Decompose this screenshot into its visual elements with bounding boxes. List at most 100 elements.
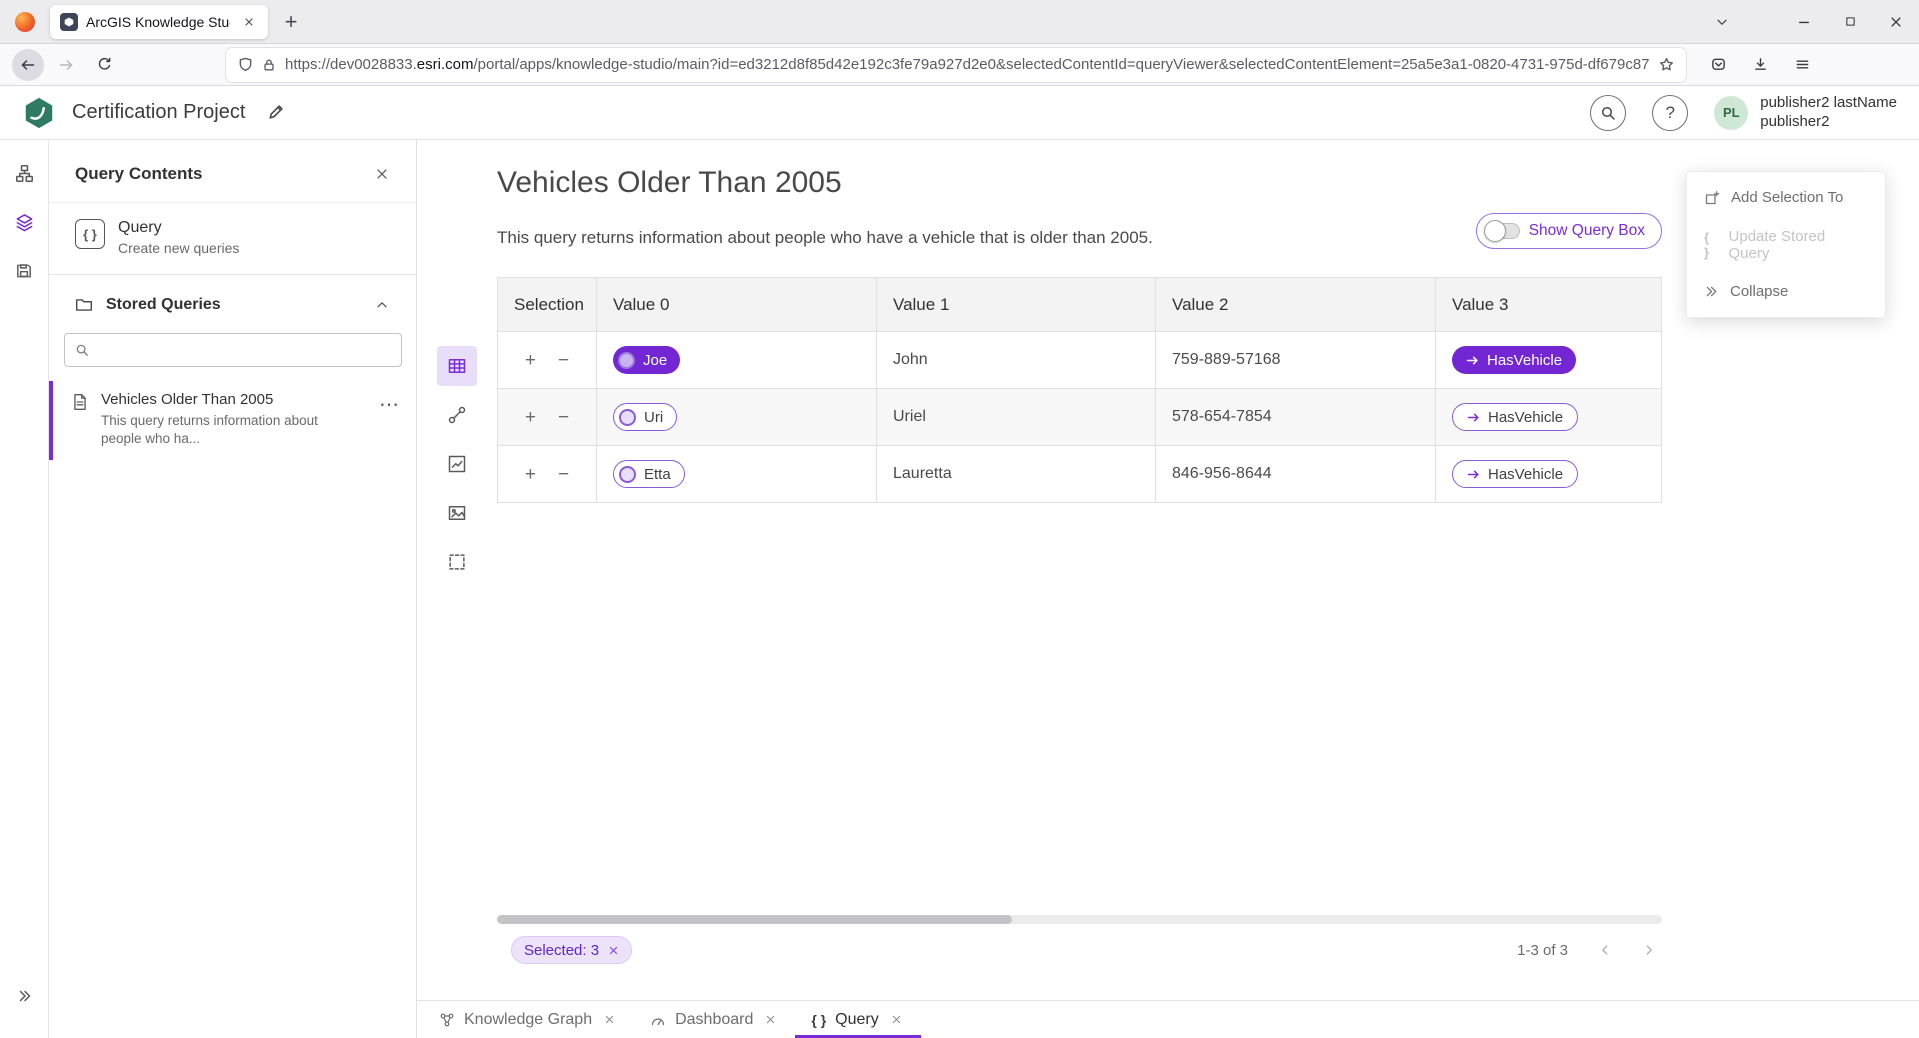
remove-from-selection-button[interactable]: −	[555, 406, 572, 429]
search-button[interactable]	[1590, 95, 1626, 131]
add-to-selection-button[interactable]: +	[522, 406, 539, 429]
context-menu: Add Selection To { } Update Stored Query…	[1686, 171, 1886, 318]
horizontal-scrollbar[interactable]	[497, 915, 1662, 924]
close-window-button[interactable]	[1873, 0, 1919, 44]
browser-menu-button[interactable]	[1786, 49, 1818, 81]
selected-count-label: Selected: 3	[524, 942, 599, 959]
list-all-tabs-button[interactable]	[1705, 5, 1739, 39]
back-button[interactable]	[12, 49, 44, 81]
url-bar[interactable]: https://dev0028833.esri.com/portal/apps/…	[226, 48, 1686, 82]
expand-panel-button[interactable]	[8, 979, 42, 1013]
user-avatar[interactable]: PL	[1714, 96, 1748, 130]
image-view-button[interactable]	[437, 493, 477, 533]
firefox-view-button[interactable]	[10, 7, 40, 37]
rail-save-button[interactable]	[7, 254, 41, 288]
query-contents-panel: Query Contents { } Query Create new quer…	[49, 140, 417, 1038]
url-prefix: https://dev0028833.	[285, 56, 417, 73]
chart-view-button[interactable]	[437, 444, 477, 484]
panel-close-button[interactable]	[370, 162, 394, 186]
link-chart-button[interactable]	[437, 395, 477, 435]
search-icon	[75, 343, 89, 357]
new-query-item[interactable]: { } Query Create new queries	[49, 203, 416, 274]
bottom-view-tabs: Knowledge Graph Dashboard { }	[417, 1000, 1919, 1038]
value1-cell: Lauretta	[877, 446, 1156, 503]
maximize-button[interactable]	[1827, 0, 1873, 44]
star-icon	[1659, 57, 1674, 72]
stored-query-options-button[interactable]: ⋯	[377, 391, 402, 419]
reload-button[interactable]	[88, 49, 120, 81]
selection-cell: + −	[497, 389, 597, 446]
edit-title-button[interactable]	[267, 104, 284, 121]
tab-query[interactable]: { } Query	[795, 1001, 920, 1038]
new-query-title: Query	[118, 219, 239, 237]
close-icon	[243, 16, 255, 28]
column-header-value1: Value 1	[877, 277, 1156, 332]
save-to-pocket-button[interactable]	[1702, 49, 1734, 81]
braces-icon: { }	[75, 219, 105, 249]
relationship-cell: HasVehicle	[1436, 446, 1662, 503]
line-chart-icon	[447, 454, 467, 474]
add-to-selection-button[interactable]: +	[522, 463, 539, 486]
next-page-button[interactable]	[1642, 943, 1656, 957]
browser-nav-bar: https://dev0028833.esri.com/portal/apps/…	[0, 44, 1919, 86]
tab-knowledge-graph[interactable]: Knowledge Graph	[423, 1001, 634, 1038]
tab-close-button[interactable]	[888, 1011, 905, 1028]
new-tab-button[interactable]: +	[274, 5, 308, 39]
rail-data-model-button[interactable]	[7, 156, 41, 190]
entity-pill[interactable]: Etta	[613, 460, 685, 488]
menu-item-collapse[interactable]: Collapse	[1687, 268, 1885, 315]
relationship-pill[interactable]: HasVehicle	[1452, 346, 1576, 374]
relationship-cell: HasVehicle	[1436, 332, 1662, 389]
add-to-selection-button[interactable]: +	[522, 349, 539, 372]
remove-from-selection-button[interactable]: −	[555, 463, 572, 486]
left-icon-rail	[0, 140, 49, 1038]
entity-label: Etta	[644, 466, 671, 483]
marquee-select-icon	[447, 552, 467, 572]
tab-close-button[interactable]	[601, 1011, 618, 1028]
help-button[interactable]: ?	[1652, 95, 1688, 131]
stored-queries-title: Stored Queries	[106, 296, 357, 314]
selection-tool-button[interactable]	[437, 542, 477, 582]
link-chart-icon	[447, 405, 467, 425]
selection-cell: + −	[497, 332, 597, 389]
chevron-left-icon	[1598, 943, 1612, 957]
menu-item-add-selection-to[interactable]: Add Selection To	[1687, 174, 1885, 221]
table-footer: Selected: 3 1-3 of 3	[497, 933, 1662, 967]
page-title: Vehicles Older Than 2005	[497, 166, 842, 200]
previous-page-button[interactable]	[1598, 943, 1612, 957]
remove-from-selection-button[interactable]: −	[555, 349, 572, 372]
stored-queries-search-input[interactable]	[97, 342, 391, 359]
clear-selection-button[interactable]	[608, 945, 619, 956]
downloads-button[interactable]	[1744, 49, 1776, 81]
scrollbar-thumb[interactable]	[497, 915, 1012, 924]
document-icon	[71, 393, 89, 411]
table-view-button[interactable]	[437, 346, 477, 386]
entity-dot-icon	[619, 466, 636, 483]
stored-query-item[interactable]: Vehicles Older Than 2005 This query retu…	[49, 381, 416, 460]
app-body: Query Contents { } Query Create new quer…	[0, 140, 1919, 1038]
knowledge-graph-icon	[439, 1012, 455, 1028]
browser-tab[interactable]: ArcGIS Knowledge Studio	[50, 5, 268, 39]
refresh-icon	[97, 57, 112, 72]
site-favicon-icon	[60, 13, 78, 31]
toggle-knob	[1484, 220, 1506, 242]
tab-close-button[interactable]	[238, 11, 260, 33]
show-query-box-toggle[interactable]: Show Query Box	[1476, 213, 1662, 249]
tab-dashboard[interactable]: Dashboard	[634, 1001, 795, 1038]
relationship-pill[interactable]: HasVehicle	[1452, 460, 1578, 488]
screen: ArcGIS Knowledge Studio +	[0, 0, 1919, 1038]
column-header-selection: Selection	[497, 277, 597, 332]
entity-pill[interactable]: Joe	[613, 346, 680, 374]
tab-close-button[interactable]	[762, 1011, 779, 1028]
relationship-pill[interactable]: HasVehicle	[1452, 403, 1578, 431]
stored-queries-header[interactable]: Stored Queries	[49, 275, 416, 331]
collapse-section-button[interactable]	[370, 293, 394, 317]
url-path: /portal/apps/knowledge-studio/main?id=ed…	[473, 56, 1650, 73]
rail-query-contents-button[interactable]	[7, 205, 41, 239]
bookmark-star-button[interactable]	[1659, 57, 1674, 72]
entity-pill[interactable]: Uri	[613, 403, 677, 431]
app-header: Certification Project ? PL publisher2 la…	[0, 86, 1919, 140]
forward-button[interactable]	[50, 49, 82, 81]
stored-queries-search[interactable]	[64, 333, 402, 367]
minimize-button[interactable]	[1781, 0, 1827, 44]
